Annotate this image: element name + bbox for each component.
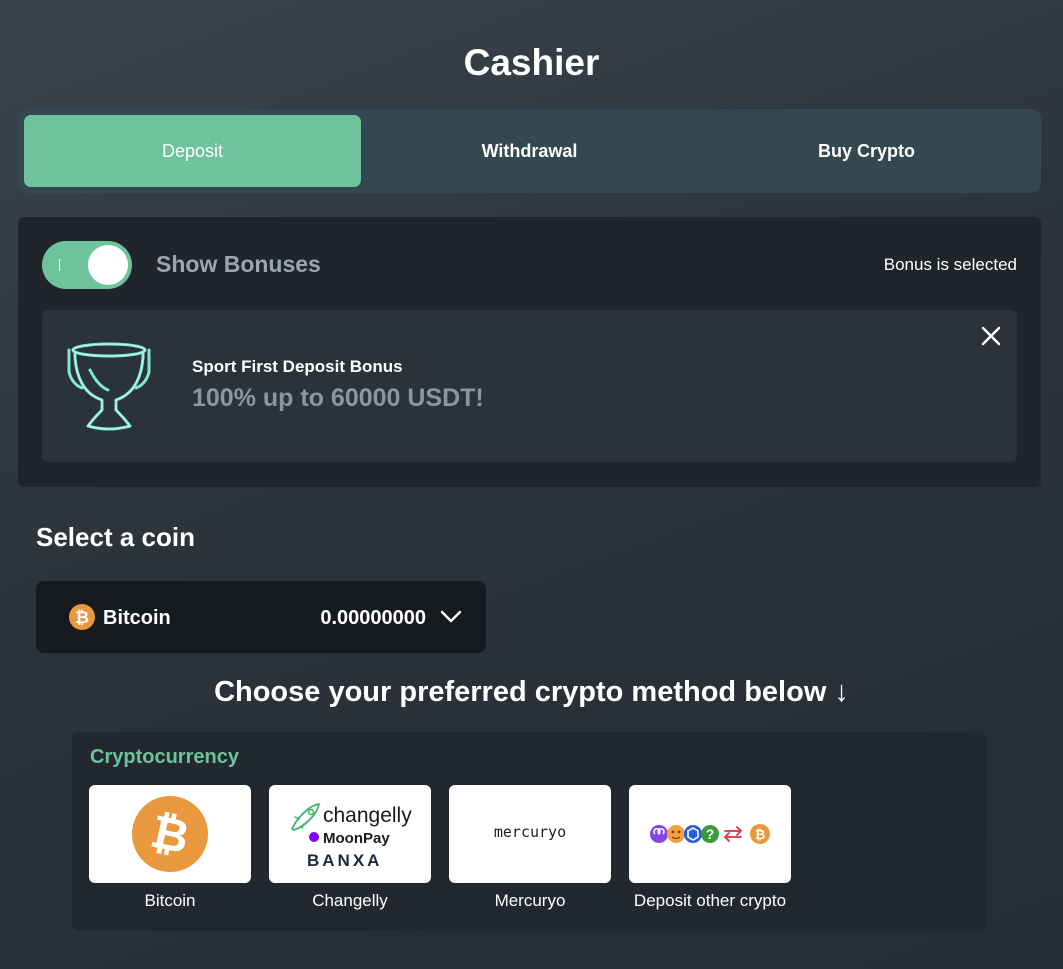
mercuryo-tile: mercuryo bbox=[449, 785, 611, 883]
show-bonuses-label: Show Bonuses bbox=[156, 251, 321, 277]
cashier-tabs: Deposit Withdrawal Buy Crypto bbox=[18, 109, 1041, 193]
crypto-methods-panel: Cryptocurrency ₿ Bitcoin changelly MoonP… bbox=[72, 732, 987, 931]
close-icon[interactable] bbox=[979, 324, 1003, 348]
method-changelly[interactable]: changelly MoonPay BANXA Changelly bbox=[269, 785, 431, 911]
show-bonuses-toggle[interactable] bbox=[42, 241, 132, 289]
method-label: Mercuryo bbox=[494, 891, 566, 910]
changelly-tile: changelly MoonPay BANXA bbox=[269, 785, 431, 883]
coin-dropdown[interactable]: ₿ Bitcoin 0.00000000 bbox=[36, 581, 486, 653]
crypto-swap-icon: ? ₿ bbox=[650, 824, 770, 844]
tab-buy-crypto[interactable]: Buy Crypto bbox=[698, 115, 1035, 187]
bonus-name: Sport First Deposit Bonus bbox=[192, 357, 403, 376]
tab-withdrawal[interactable]: Withdrawal bbox=[361, 115, 698, 187]
bonus-status: Bonus is selected bbox=[883, 255, 1017, 274]
bitcoin-logo-icon: ₿ bbox=[132, 796, 208, 872]
bonus-card[interactable]: Sport First Deposit Bonus 100% up to 600… bbox=[42, 310, 1017, 462]
method-label: Deposit other crypto bbox=[633, 891, 787, 910]
tab-deposit[interactable]: Deposit bbox=[24, 115, 361, 187]
cryptocurrency-title: Cryptocurrency bbox=[90, 746, 239, 768]
toggle-knob bbox=[88, 245, 128, 285]
page-title: Cashier bbox=[463, 42, 600, 83]
method-bitcoin[interactable]: ₿ Bitcoin bbox=[89, 785, 251, 911]
chevron-down-icon bbox=[440, 610, 462, 623]
coin-balance: 0.00000000 bbox=[320, 607, 426, 629]
changelly-logo-text: changelly bbox=[323, 804, 412, 827]
method-label: Changelly bbox=[312, 891, 388, 910]
trophy-icon bbox=[67, 342, 151, 431]
svg-text:?: ? bbox=[706, 826, 715, 842]
method-mercuryo[interactable]: mercuryo Mercuryo bbox=[449, 785, 611, 911]
banxa-logo-text: BANXA bbox=[307, 851, 383, 870]
method-label: Bitcoin bbox=[144, 891, 196, 910]
toggle-on-indicator bbox=[59, 259, 60, 271]
choose-method-heading: Choose your preferred crypto method belo… bbox=[214, 676, 849, 708]
method-other-crypto[interactable]: ? ₿ Deposit other crypto bbox=[629, 785, 791, 911]
svg-text:₿: ₿ bbox=[755, 827, 766, 842]
moonpay-logo-text: MoonPay bbox=[323, 830, 390, 847]
rocket-icon bbox=[291, 803, 320, 831]
mercuryo-logo-text: mercuryo bbox=[493, 823, 567, 841]
bonus-panel: Show Bonuses Bonus is selected Sport Fir… bbox=[18, 217, 1041, 487]
moonpay-dot-icon bbox=[309, 832, 319, 842]
select-coin-title: Select a coin bbox=[36, 522, 195, 552]
bonus-amount: 100% up to 60000 USDT! bbox=[192, 384, 484, 412]
bitcoin-icon: ₿ bbox=[69, 604, 95, 630]
svg-text:₿: ₿ bbox=[75, 608, 89, 627]
coin-name: Bitcoin bbox=[103, 607, 171, 629]
bitcoin-tile: ₿ bbox=[89, 785, 251, 883]
other-crypto-tile: ? ₿ bbox=[629, 785, 791, 883]
